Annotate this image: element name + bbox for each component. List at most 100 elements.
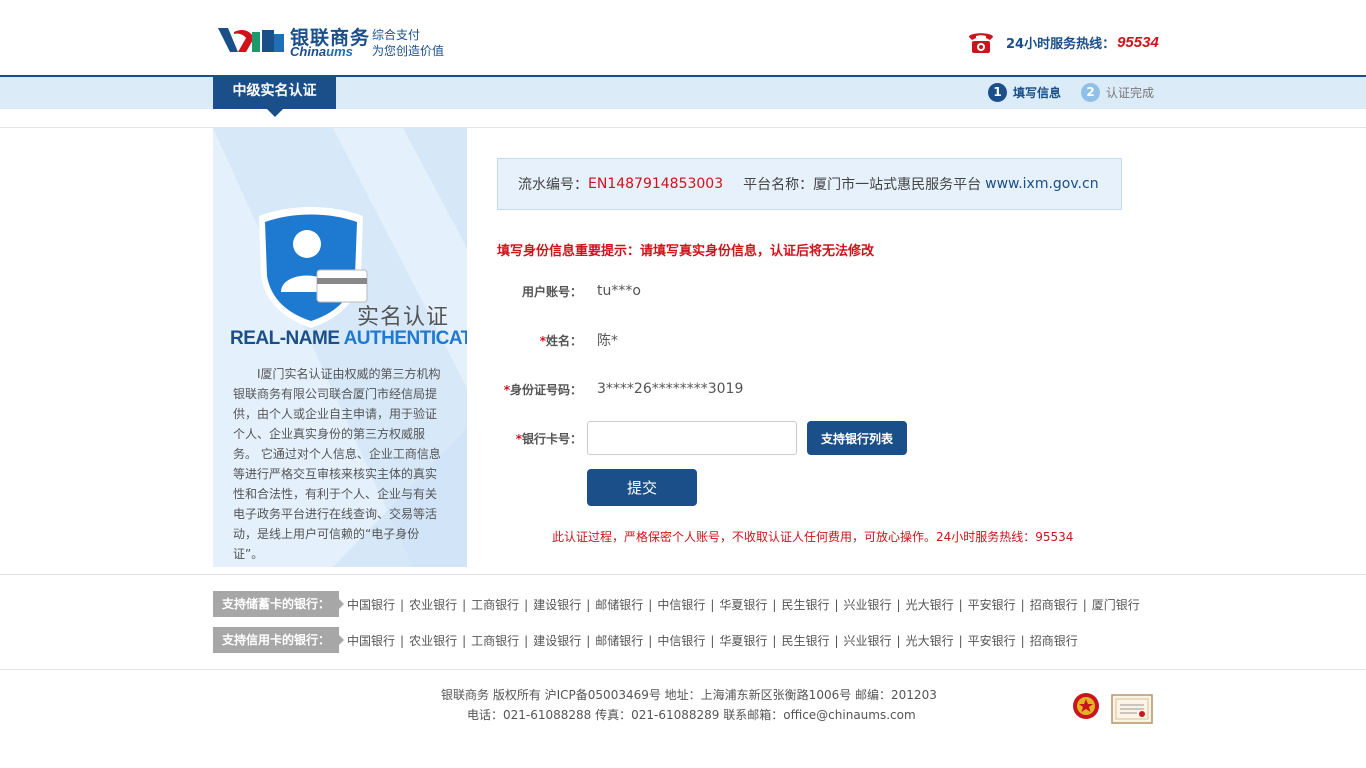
- username-row: 用户账号： tu***o: [497, 276, 1097, 306]
- certificate-icon[interactable]: [1111, 694, 1153, 724]
- name-value: 陈*: [597, 333, 618, 349]
- supported-banks-button[interactable]: 支持银行列表: [807, 421, 908, 455]
- platform-url[interactable]: www.ixm.gov.cn: [985, 176, 1098, 192]
- bank-link[interactable]: 建设银行: [533, 598, 581, 612]
- hotline-label: 24小时服务热线：: [1006, 36, 1116, 52]
- name-label-text: 姓名：: [545, 333, 582, 348]
- bank-link[interactable]: 招商银行: [1030, 598, 1078, 612]
- brand-slogan: 综合支付 为您创造价值: [372, 27, 444, 59]
- auth-en-part1: REAL-NAME: [230, 328, 344, 349]
- bank-link[interactable]: 兴业银行: [844, 598, 892, 612]
- platform-label: 平台名称：厦门市一站式惠民服务平台: [743, 177, 982, 193]
- id-number-row: *身份证号码： 3****26********3019: [497, 374, 1097, 404]
- tab-intermediate-auth[interactable]: 中级实名认证: [213, 75, 336, 117]
- step-label: 填写信息: [1013, 86, 1062, 100]
- step-label: 认证完成: [1106, 86, 1155, 100]
- bank-link[interactable]: 中信银行: [657, 598, 705, 612]
- bank-link[interactable]: 中国银行: [347, 634, 395, 648]
- bank-separator: |: [772, 597, 777, 612]
- bank-link[interactable]: 建设银行: [533, 634, 581, 648]
- bank-card-row: *银行卡号： 支持银行列表: [497, 420, 1097, 456]
- step-complete: 2 认证完成: [1081, 83, 1154, 102]
- brand-en-suffix: ums: [326, 44, 353, 59]
- bank-separator: |: [896, 633, 901, 648]
- police-emblem-icon[interactable]: [1071, 690, 1101, 722]
- bank-link[interactable]: 兴业银行: [844, 634, 892, 648]
- bank-separator: |: [896, 597, 901, 612]
- bank-separator: |: [958, 633, 963, 648]
- debit-banks-row: 支持储蓄卡的银行： 中国银行 | 农业银行 | 工商银行 | 建设银行 | 邮储银行 | 中信银行 |…: [213, 591, 1140, 617]
- bank-link[interactable]: 招商银行: [1030, 634, 1078, 648]
- step-number-badge: 1: [988, 83, 1007, 102]
- header: 银联商务 Chinaums 综合支付 为您创造价值 24小时服务热线： 9553…: [0, 0, 1366, 75]
- slogan-line1: 综合支付: [372, 28, 421, 42]
- bank-link[interactable]: 平安银行: [968, 634, 1016, 648]
- bank-separator: |: [648, 633, 653, 648]
- bank-card-input[interactable]: [587, 421, 797, 455]
- step-number-badge: 2: [1081, 83, 1101, 102]
- name-row: *姓名： 陈*: [497, 325, 1097, 355]
- slogan-line2: 为您创造价值: [372, 44, 445, 58]
- bank-separator: |: [772, 633, 777, 648]
- bank-separator: |: [1082, 597, 1087, 612]
- bank-separator: |: [710, 597, 715, 612]
- id-number-value: 3****26********3019: [597, 381, 744, 397]
- bank-separator: |: [400, 633, 405, 648]
- name-label: *姓名：: [497, 332, 582, 349]
- sidebar-panel: 实名认证 REAL-NAME AUTHENTICATION I厦门实名认证由权威…: [213, 128, 467, 567]
- bank-link[interactable]: 中信银行: [657, 634, 705, 648]
- shield-user-icon: [259, 207, 368, 328]
- step-fill-info: 1 填写信息: [988, 83, 1061, 102]
- bank-link[interactable]: 厦门银行: [1092, 598, 1140, 612]
- bank-link[interactable]: 工商银行: [471, 634, 519, 648]
- bank-link[interactable]: 农业银行: [409, 598, 457, 612]
- bank-separator: |: [400, 597, 405, 612]
- nav-band: 中级实名认证 1 填写信息 2 认证完成: [0, 75, 1366, 117]
- chinaums-logo-icon: [218, 28, 284, 52]
- bank-link[interactable]: 平安银行: [968, 598, 1016, 612]
- bank-separator: |: [462, 597, 467, 612]
- id-number-label: *身份证号码：: [497, 381, 582, 398]
- bank-separator: |: [834, 597, 839, 612]
- brand-en-prefix: China: [290, 44, 327, 59]
- bank-link[interactable]: 民生银行: [781, 598, 829, 612]
- bank-separator: |: [462, 633, 467, 648]
- bank-link[interactable]: 邮储银行: [595, 634, 643, 648]
- footer-contact: 电话：021-61088288 传真：021-61088289 联系邮箱：off…: [467, 708, 916, 722]
- bank-link[interactable]: 光大银行: [906, 634, 954, 648]
- hotline-number: 95534: [1117, 33, 1159, 51]
- bank-link[interactable]: 华夏银行: [719, 598, 767, 612]
- bank-link[interactable]: 邮储银行: [595, 598, 643, 612]
- username-value: tu***o: [597, 283, 641, 299]
- important-warning: 填写身份信息重要提示：请填写真实身份信息，认证后将无法修改: [497, 244, 875, 259]
- debit-bank-list: 中国银行 | 农业银行 | 工商银行 | 建设银行 | 邮储银行 | 中信银行 | 华夏银行 | 民生银行 |…: [347, 596, 1140, 613]
- bank-link[interactable]: 光大银行: [906, 598, 954, 612]
- phone-icon: [969, 33, 993, 53]
- submit-button[interactable]: 提交: [587, 469, 697, 506]
- divider: [0, 574, 1366, 575]
- bank-separator: |: [524, 633, 529, 648]
- progress-steps: 1 填写信息 2 认证完成: [988, 83, 1174, 102]
- bank-link[interactable]: 华夏银行: [719, 634, 767, 648]
- serial-label: 流水编号：: [518, 177, 588, 193]
- bank-card-label: *银行卡号：: [497, 430, 582, 447]
- serial-number: EN1487914853003: [588, 176, 724, 192]
- privacy-notice: 此认证过程，严格保密个人账号，不收取认证人任何费用，可放心操作。24小时服务热线…: [552, 530, 1074, 544]
- bank-link[interactable]: 民生银行: [781, 634, 829, 648]
- username-label: 用户账号：: [521, 284, 582, 299]
- bank-separator: |: [586, 597, 591, 612]
- auth-title-en: REAL-NAME AUTHENTICATION: [230, 328, 467, 350]
- bank-separator: |: [648, 597, 653, 612]
- bank-separator: |: [1020, 597, 1025, 612]
- bank-link[interactable]: 中国银行: [347, 598, 395, 612]
- bank-link[interactable]: 农业银行: [409, 634, 457, 648]
- auth-description: I厦门实名认证由权威的第三方机构银联商务有限公司联合厦门市经信局提供，由个人或企…: [233, 367, 441, 561]
- bank-separator: |: [524, 597, 529, 612]
- brand-name-en: Chinaums: [290, 44, 353, 59]
- bank-separator: |: [710, 633, 715, 648]
- bank-link[interactable]: 工商银行: [471, 598, 519, 612]
- footer-copyright: 银联商务 版权所有 沪ICP备05003469号 地址：上海浦东新区张衡路100…: [441, 688, 937, 702]
- credit-banks-label: 支持信用卡的银行：: [213, 627, 345, 653]
- service-hotline: 24小时服务热线： 95534: [966, 28, 1159, 56]
- auth-en-part2: AUTHENTICATION: [343, 328, 467, 349]
